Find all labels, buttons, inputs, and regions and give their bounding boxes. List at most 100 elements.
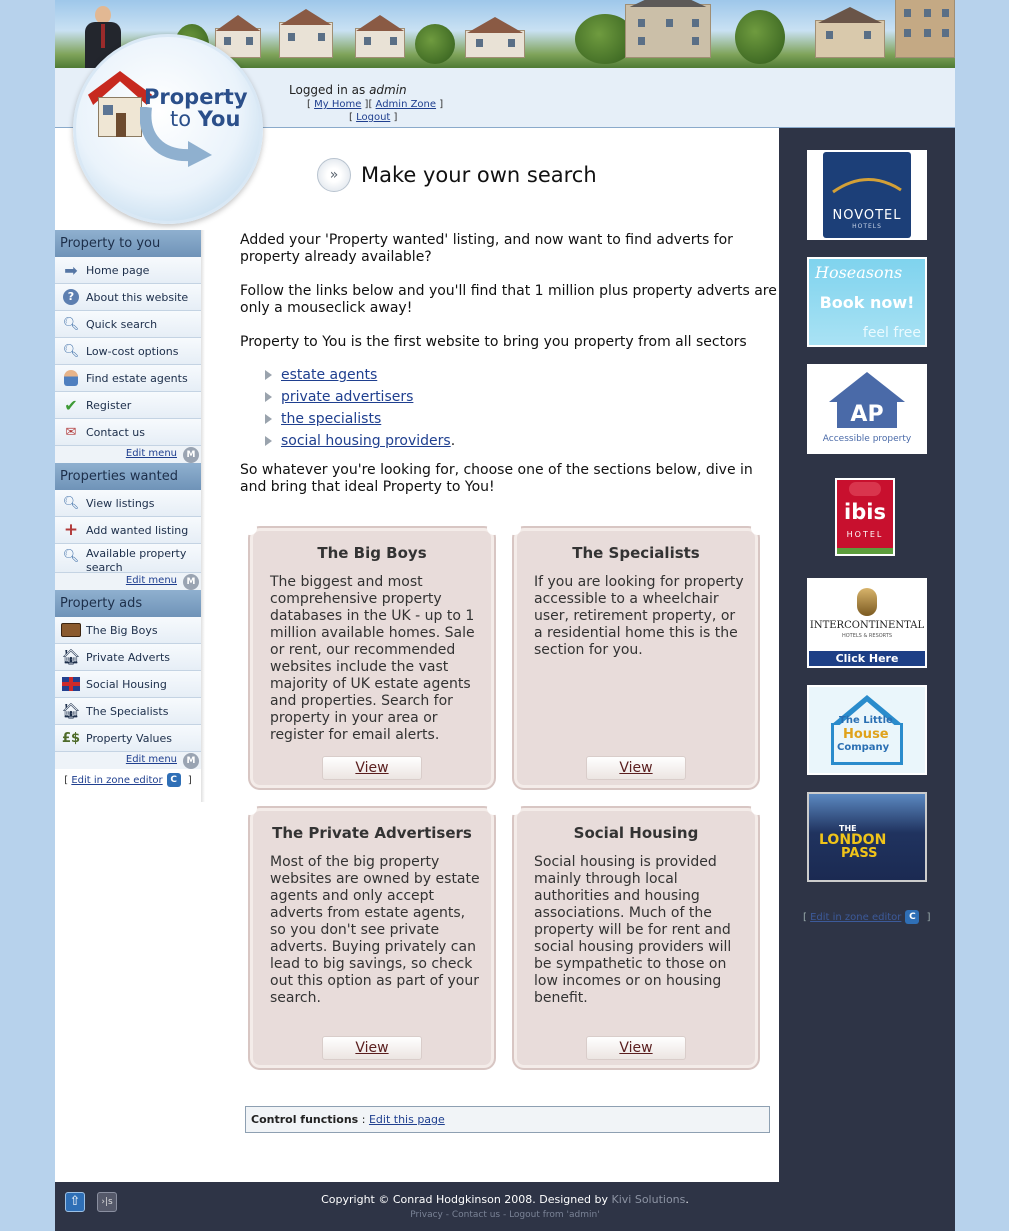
zone-editor-icon[interactable]: C [166,773,181,787]
london-pass-line3: PASS [841,846,878,861]
social-housing-link[interactable]: social housing providers [281,433,451,449]
help-icon: ? [61,288,81,306]
sidebar-heading-property-to-you: Property to you [55,230,201,257]
edit-menu-link[interactable]: Edit menu [126,754,177,765]
edit-menu-row: Edit menu M [55,446,201,463]
edit-zone-link-right[interactable]: Edit in zone editor [810,912,901,923]
login-links-row1: [ My Home ][ Admin Zone ] [307,99,444,110]
ibis-sub: HOTEL [846,530,884,539]
person-icon [61,369,81,387]
sidebar-item-label: Home page [86,264,150,277]
ad-ibis[interactable]: ibis HOTEL [835,478,895,556]
sidebar-item-label: Private Adverts [86,651,171,664]
plus-icon: + [63,520,79,540]
list-item: private advertisers [265,386,455,408]
ap-mark: AP [837,402,897,428]
login-status: Logged in as admin [289,83,407,97]
bullet-triangle-icon [265,414,272,424]
sidebar-item-social-housing[interactable]: Social Housing [55,671,201,698]
view-button[interactable]: View [586,1036,686,1060]
footer-links[interactable]: Privacy - Contact us - Logout from 'admi… [55,1210,955,1220]
page: Logged in as admin [ My Home ][ Admin Zo… [55,0,955,1231]
zone-editor-icon[interactable]: C [905,910,920,924]
sidebar-item-home-page[interactable]: ➡ Home page [55,257,201,284]
sidebar-shadow [201,230,205,802]
sidebar-item-low-cost[interactable]: 🔍︎ Low-cost options [55,338,201,365]
house-image [895,0,955,58]
sidebar-item-register[interactable]: ✔ Register [55,392,201,419]
ibis-name: ibis [844,500,886,524]
designer-link[interactable]: Kivi Solutions [612,1193,686,1206]
house-image [465,17,525,58]
sidebar-item-find-estate-agents[interactable]: Find estate agents [55,365,201,392]
control-label: Control functions [251,1113,359,1126]
specialists-link[interactable]: the specialists [281,411,381,427]
checkmark-icon: ✔ [64,395,78,415]
site-logo[interactable]: Property to You [73,34,263,224]
mail-icon: ✉ [65,424,77,440]
view-button[interactable]: View [322,1036,422,1060]
ad-london-pass[interactable]: THE LONDON PASS [807,792,927,882]
sidebar-item-about[interactable]: ? About this website [55,284,201,311]
card-private-advertisers: The Private Advertisers Most of the big … [243,801,501,1070]
card-big-boys: The Big Boys The biggest and most compre… [243,521,501,790]
sidebar-item-label: Low-cost options [86,345,179,358]
intro-paragraph: Added your 'Property wanted' listing, an… [240,232,733,265]
sidebar-item-add-wanted[interactable]: + Add wanted listing [55,517,201,544]
sidebar-item-available-search[interactable]: 🔍︎ Available property search [55,544,201,574]
card-social-housing: Social Housing Social housing is provide… [507,801,765,1070]
sidebar-heading-properties-wanted: Properties wanted [55,463,201,490]
edit-menu-link[interactable]: Edit menu [126,448,177,459]
intercontinental-name: INTERCONTINENTAL [809,620,925,631]
sidebar-item-specialists[interactable]: 🏠︎ The Specialists [55,698,201,725]
sidebar-item-contact-us[interactable]: ✉ Contact us [55,419,201,446]
sector-links-list: estate agents private advertisers the sp… [265,364,455,452]
ad-little-house[interactable]: The Little House Company [807,685,927,775]
closing-paragraph: So whatever you're looking for, choose o… [240,462,753,495]
card-title: The Specialists [572,544,700,562]
edit-menu-link[interactable]: Edit menu [126,575,177,586]
view-button[interactable]: View [322,756,422,780]
novotel-sub: HOTELS [852,223,882,230]
zone-editor-right: [ Edit in zone editor C ] [803,910,931,924]
money-icon: £$ [61,730,81,746]
sidebar-item-private-adverts[interactable]: 🏠︎ Private Adverts [55,644,201,671]
edit-menu-row: Edit menu M [55,573,201,590]
menu-edit-icon[interactable]: M [183,447,199,463]
footer: ⇧ ›|s Copyright © Conrad Hodgkinson 2008… [55,1182,955,1231]
menu-edit-icon[interactable]: M [183,574,199,590]
ad-accessible-property[interactable]: AP Accessible property [807,364,927,454]
logo-arrow-icon [140,107,212,167]
sidebar-item-view-listings[interactable]: 🔍︎ View listings [55,490,201,517]
control-functions-bar: Control functions : Edit this page [245,1106,770,1133]
ad-novotel[interactable]: NOVOTEL HOTELS [807,150,927,240]
card-text: If you are looking for property accessib… [534,574,744,658]
magnifier-icon: 🔍︎ [62,316,80,332]
list-suffix: . [450,433,456,449]
sidebar-item-property-values[interactable]: £$ Property Values [55,725,201,752]
sidebar-item-big-boys[interactable]: The Big Boys [55,617,201,644]
sidebar-item-label: Social Housing [86,678,167,691]
ad-intercontinental[interactable]: INTERCONTINENTAL HOTELS & RESORTS Click … [807,578,927,668]
ap-name: Accessible property [822,434,912,444]
login-prefix: Logged in as [289,83,366,97]
control-separator: : [361,1113,366,1126]
advert-column: NOVOTEL HOTELS Hoseasons Book now! feel … [779,128,955,1182]
sidebar-item-quick-search[interactable]: 🔍︎ Quick search [55,311,201,338]
sidebar-item-label: Available property search [86,547,187,574]
tree-image [735,10,785,64]
edit-zone-link[interactable]: Edit in zone editor [71,775,162,786]
ad-hoseasons[interactable]: Hoseasons Book now! feel free [807,257,927,347]
list-item: estate agents [265,364,455,386]
menu-edit-icon[interactable]: M [183,753,199,769]
admin-zone-link[interactable]: Admin Zone [376,99,437,110]
hoseasons-cta: Book now! [819,293,915,312]
view-button[interactable]: View [586,756,686,780]
logout-link[interactable]: Logout [356,112,390,123]
private-advertisers-link[interactable]: private advertisers [281,389,413,405]
house-image [279,9,333,58]
estate-agents-link[interactable]: estate agents [281,367,377,383]
my-home-link[interactable]: My Home [314,99,361,110]
links-paragraph: Follow the links below and you'll find t… [240,283,777,316]
edit-page-link[interactable]: Edit this page [369,1113,445,1126]
